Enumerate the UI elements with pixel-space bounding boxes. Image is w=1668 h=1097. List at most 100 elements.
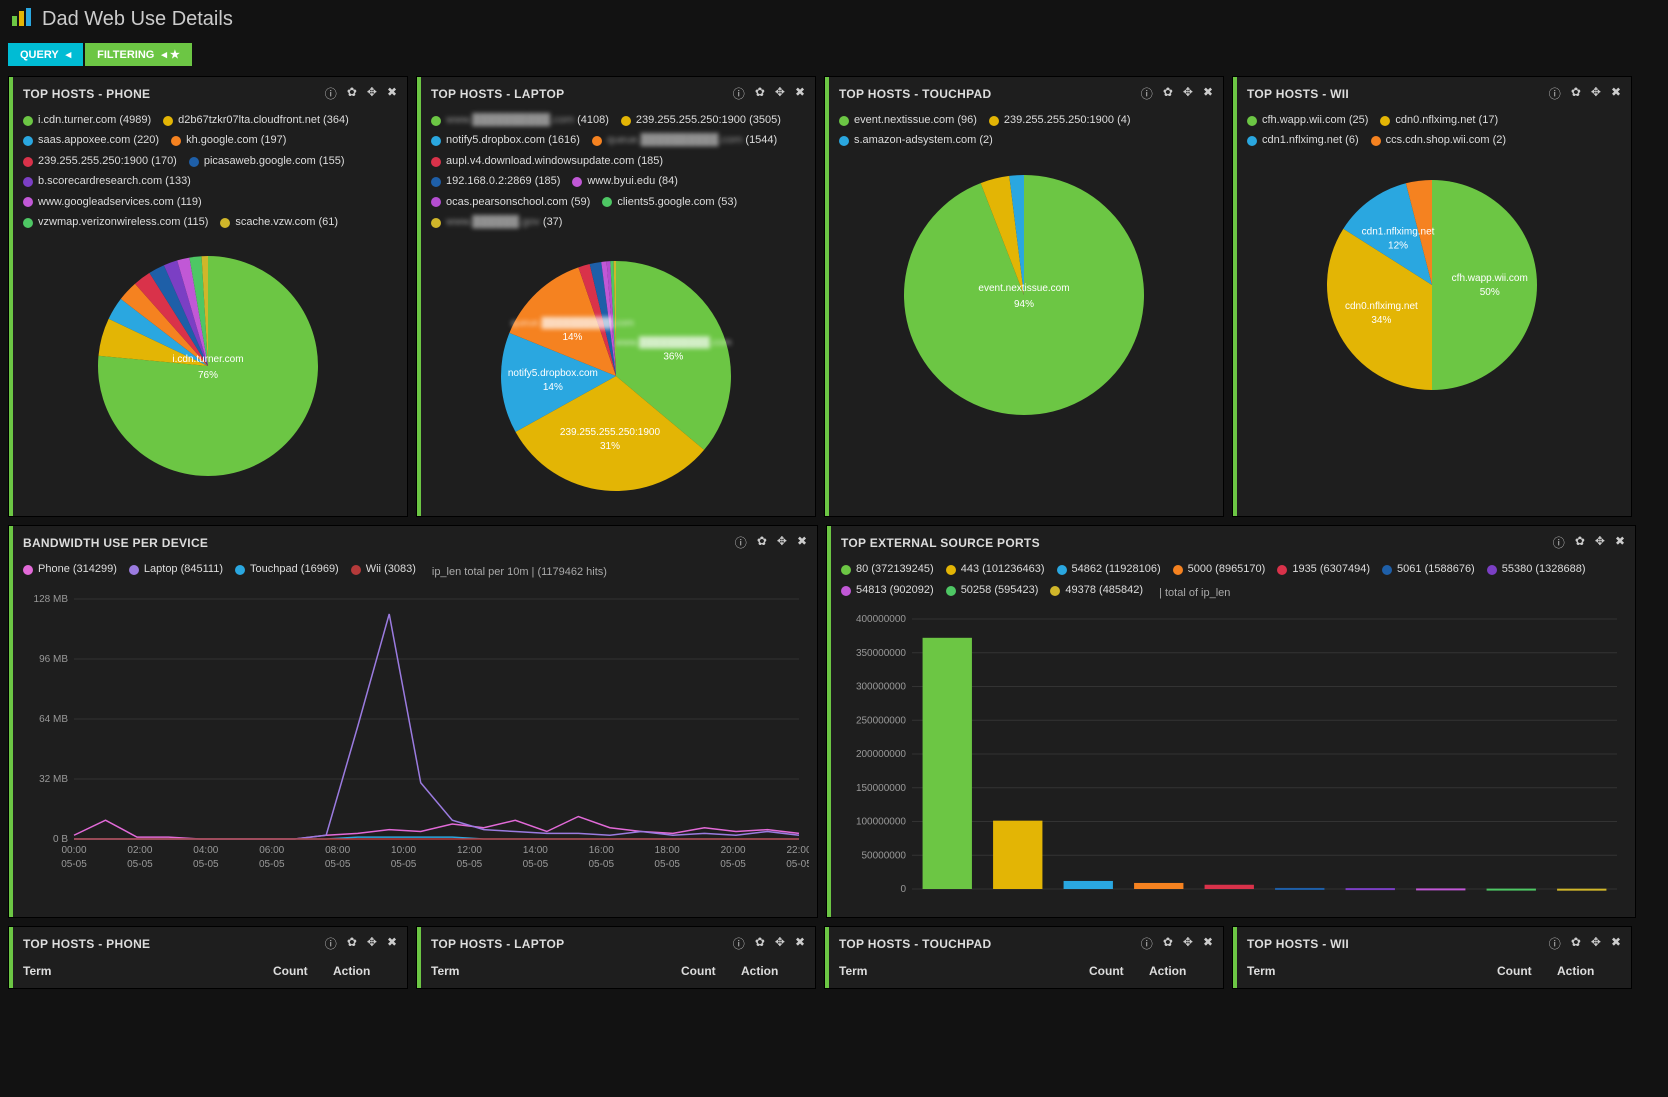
- move-icon[interactable]: ✥: [775, 85, 785, 102]
- legend-item[interactable]: 443 (101236463): [946, 561, 1045, 579]
- bar[interactable]: [923, 638, 972, 889]
- legend-item[interactable]: d2b67tzkr07lta.cloudfront.net (364): [163, 112, 349, 130]
- query-button[interactable]: QUERY ◂: [8, 43, 83, 66]
- legend-item[interactable]: vzwmap.verizonwireless.com (115): [23, 214, 208, 232]
- bar[interactable]: [1557, 889, 1606, 891]
- move-icon[interactable]: ✥: [367, 85, 377, 102]
- legend-item[interactable]: s.amazon-adsystem.com (2): [839, 132, 993, 150]
- legend-item[interactable]: www.██████.gov (37): [431, 214, 562, 232]
- gear-icon[interactable]: ✿: [1571, 85, 1581, 102]
- legend-item[interactable]: queue.██████████.com (1544): [592, 132, 777, 150]
- close-icon[interactable]: ✖: [387, 935, 397, 952]
- close-icon[interactable]: ✖: [1203, 935, 1213, 952]
- legend-item[interactable]: cdn0.nflximg.net (17): [1380, 112, 1498, 130]
- bar[interactable]: [1134, 883, 1183, 889]
- legend-item[interactable]: 5000 (8965170): [1173, 561, 1266, 579]
- gear-icon[interactable]: ✿: [757, 534, 767, 551]
- bar[interactable]: [1275, 888, 1324, 890]
- legend-item[interactable]: 239.255.255.250:1900 (170): [23, 153, 177, 171]
- bar[interactable]: [1205, 885, 1254, 889]
- legend-item[interactable]: 50258 (595423): [946, 582, 1039, 600]
- legend-item[interactable]: 5061 (1588676): [1382, 561, 1475, 579]
- legend-item[interactable]: ccs.cdn.shop.wii.com (2): [1371, 132, 1506, 150]
- info-icon[interactable]: ⓘ: [1549, 935, 1561, 952]
- pie-slice[interactable]: [1432, 180, 1537, 390]
- close-icon[interactable]: ✖: [1203, 85, 1213, 102]
- col-action[interactable]: Action: [1557, 964, 1617, 978]
- close-icon[interactable]: ✖: [797, 534, 807, 551]
- legend-item[interactable]: notify5.dropbox.com (1616): [431, 132, 580, 150]
- legend-item[interactable]: i.cdn.turner.com (4989): [23, 112, 151, 130]
- move-icon[interactable]: ✥: [1183, 85, 1193, 102]
- col-action[interactable]: Action: [741, 964, 801, 978]
- move-icon[interactable]: ✥: [777, 534, 787, 551]
- gear-icon[interactable]: ✿: [755, 85, 765, 102]
- close-icon[interactable]: ✖: [1615, 534, 1625, 551]
- move-icon[interactable]: ✥: [1591, 935, 1601, 952]
- legend-item[interactable]: ocas.pearsonschool.com (59): [431, 194, 590, 212]
- legend-item[interactable]: cfh.wapp.wii.com (25): [1247, 112, 1368, 130]
- col-term[interactable]: Term: [839, 964, 1089, 978]
- legend-item[interactable]: Phone (314299): [23, 561, 117, 579]
- info-icon[interactable]: ⓘ: [733, 935, 745, 952]
- legend-item[interactable]: scache.vzw.com (61): [220, 214, 338, 232]
- move-icon[interactable]: ✥: [1591, 85, 1601, 102]
- legend-item[interactable]: 54813 (902092): [841, 582, 934, 600]
- col-term[interactable]: Term: [1247, 964, 1497, 978]
- legend-item[interactable]: aupl.v4.download.windowsupdate.com (185): [431, 153, 663, 171]
- info-icon[interactable]: ⓘ: [325, 85, 337, 102]
- legend-item[interactable]: b.scorecardresearch.com (133): [23, 173, 191, 191]
- legend-item[interactable]: picasaweb.google.com (155): [189, 153, 345, 171]
- col-count[interactable]: Count: [681, 964, 741, 978]
- col-action[interactable]: Action: [333, 964, 393, 978]
- bar[interactable]: [1416, 889, 1465, 891]
- close-icon[interactable]: ✖: [387, 85, 397, 102]
- legend-item[interactable]: 80 (372139245): [841, 561, 934, 579]
- filtering-button[interactable]: FILTERING ◂ ★: [85, 43, 192, 66]
- close-icon[interactable]: ✖: [795, 935, 805, 952]
- legend-item[interactable]: kh.google.com (197): [171, 132, 286, 150]
- line-series[interactable]: [74, 614, 799, 839]
- legend-item[interactable]: clients5.google.com (53): [602, 194, 737, 212]
- move-icon[interactable]: ✥: [1183, 935, 1193, 952]
- legend-item[interactable]: 55380 (1328688): [1487, 561, 1586, 579]
- info-icon[interactable]: ⓘ: [325, 935, 337, 952]
- legend-item[interactable]: 1935 (6307494): [1277, 561, 1370, 579]
- legend-item[interactable]: www.googleadservices.com (119): [23, 194, 202, 212]
- legend-item[interactable]: 239.255.255.250:1900 (4): [989, 112, 1131, 130]
- info-icon[interactable]: ⓘ: [735, 534, 747, 551]
- gear-icon[interactable]: ✿: [1575, 534, 1585, 551]
- legend-item[interactable]: Laptop (845111): [129, 561, 223, 579]
- gear-icon[interactable]: ✿: [755, 935, 765, 952]
- info-icon[interactable]: ⓘ: [1141, 935, 1153, 952]
- move-icon[interactable]: ✥: [367, 935, 377, 952]
- close-icon[interactable]: ✖: [795, 85, 805, 102]
- info-icon[interactable]: ⓘ: [1553, 534, 1565, 551]
- col-count[interactable]: Count: [273, 964, 333, 978]
- legend-item[interactable]: www.byui.edu (84): [572, 173, 678, 191]
- info-icon[interactable]: ⓘ: [1549, 85, 1561, 102]
- gear-icon[interactable]: ✿: [1163, 935, 1173, 952]
- legend-item[interactable]: Wii (3083): [351, 561, 416, 579]
- legend-item[interactable]: Touchpad (16969): [235, 561, 339, 579]
- bar[interactable]: [1064, 881, 1113, 889]
- legend-item[interactable]: 49378 (485842): [1050, 582, 1143, 600]
- col-action[interactable]: Action: [1149, 964, 1209, 978]
- line-series[interactable]: [74, 816, 799, 839]
- col-count[interactable]: Count: [1089, 964, 1149, 978]
- col-term[interactable]: Term: [431, 964, 681, 978]
- col-term[interactable]: Term: [23, 964, 273, 978]
- legend-item[interactable]: event.nextissue.com (96): [839, 112, 977, 130]
- legend-item[interactable]: 239.255.255.250:1900 (3505): [621, 112, 781, 130]
- legend-item[interactable]: cdn1.nflximg.net (6): [1247, 132, 1359, 150]
- close-icon[interactable]: ✖: [1611, 85, 1621, 102]
- move-icon[interactable]: ✥: [775, 935, 785, 952]
- col-count[interactable]: Count: [1497, 964, 1557, 978]
- bar[interactable]: [1346, 888, 1395, 890]
- legend-item[interactable]: 192.168.0.2:2869 (185): [431, 173, 560, 191]
- move-icon[interactable]: ✥: [1595, 534, 1605, 551]
- legend-item[interactable]: www.██████████.com (4108): [431, 112, 609, 130]
- gear-icon[interactable]: ✿: [347, 85, 357, 102]
- close-icon[interactable]: ✖: [1611, 935, 1621, 952]
- gear-icon[interactable]: ✿: [1571, 935, 1581, 952]
